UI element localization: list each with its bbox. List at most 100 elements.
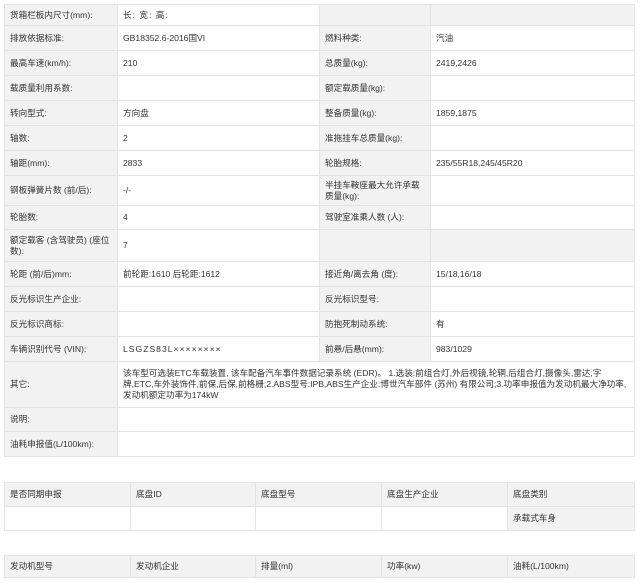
spec-value: 2419,2426 — [430, 50, 635, 76]
spec-row: 最高车速(km/h): 210 总质量(kg): 2419,2426 — [4, 50, 635, 76]
spec-value — [430, 286, 635, 312]
spec-value: 2 — [117, 125, 320, 151]
spec-label — [319, 229, 431, 262]
chassis-cell — [4, 506, 131, 531]
spec-row: 钢板弹簧片数 (前/后): -/- 半挂车鞍座最大允许承载质量(kg): — [4, 175, 635, 206]
spec-label: 反光标识生产企业: — [4, 286, 118, 312]
spec-value: 长: 宽: 高: — [117, 4, 320, 26]
other-value: 该车型可选装ETC车载装置, 该车配备汽车事件数据记录系统 (EDR)。 1.选… — [117, 361, 635, 408]
chassis-cell — [130, 506, 256, 531]
spec-label: 总质量(kg): — [319, 50, 431, 76]
chassis-cell: 承载式车身 — [507, 506, 635, 531]
spec-label: 轴距(mm): — [4, 150, 118, 176]
spec-row: 轮距 (前/后)mm: 前轮距:1610 后轮距:1612 接近角/离去角 (度… — [4, 261, 635, 287]
spec-value — [117, 286, 320, 312]
spec-label: 准拖挂车总质量(kg): — [319, 125, 431, 151]
spec-row: 反光标识商标: 防抱死制动系统: 有 — [4, 311, 635, 337]
spec-label: 额定载质量(kg): — [319, 75, 431, 101]
spec-label: 整备质量(kg): — [319, 100, 431, 126]
spec-value — [430, 75, 635, 101]
spec-row: 轮胎数: 4 驾驶室准乘人数 (人): — [4, 205, 635, 230]
engine-header: 发动机企业 — [130, 555, 256, 578]
spec-value — [117, 311, 320, 337]
spec-label — [319, 4, 431, 26]
spec-value — [430, 125, 635, 151]
spec-value — [430, 205, 635, 230]
spec-label: 反光标识型号: — [319, 286, 431, 312]
spec-value: 983/1029 — [430, 336, 635, 362]
spec-value: -/- — [117, 175, 320, 206]
spec-value: 15/18,16/18 — [430, 261, 635, 287]
chassis-header: 底盘生产企业 — [381, 482, 508, 507]
spec-value: 前轮距:1610 后轮距:1612 — [117, 261, 320, 287]
spec-label: 额定载客 (含驾驶员) (座位数): — [4, 229, 118, 262]
engine-header: 功率(kw) — [381, 555, 508, 578]
spec-row-note: 说明: — [4, 407, 635, 432]
spec-value: 汽油 — [430, 25, 635, 51]
note-label: 说明: — [4, 407, 118, 432]
spec-label: 反光标识商标: — [4, 311, 118, 337]
vehicle-spec-table: 货箱栏板内尺寸(mm): 长: 宽: 高: 排放依据标准: GB18352.6-… — [4, 4, 635, 457]
spec-label: 半挂车鞍座最大允许承载质量(kg): — [319, 175, 431, 206]
spec-value: 210 — [117, 50, 320, 76]
spec-label: 排放依据标准: — [4, 25, 118, 51]
spec-row: 额定载客 (含驾驶员) (座位数): 7 — [4, 229, 635, 262]
engine-header: 发动机型号 — [4, 555, 131, 578]
spec-label: 轮胎规格: — [319, 150, 431, 176]
spec-label: 车辆识别代号 (VIN): — [4, 336, 118, 362]
spec-value — [117, 75, 320, 101]
engine-header-row: 发动机型号 发动机企业 排量(ml) 功率(kw) 油耗(L/100km) — [4, 555, 635, 578]
spec-label: 货箱栏板内尺寸(mm): — [4, 4, 118, 26]
engine-header: 排量(ml) — [255, 555, 382, 578]
spec-row: 轴距(mm): 2833 轮胎规格: 235/55R18,245/45R20 — [4, 150, 635, 176]
spec-value: 4 — [117, 205, 320, 230]
chassis-cell — [255, 506, 382, 531]
note-value — [117, 407, 635, 432]
spec-value — [430, 229, 635, 262]
engine-header: 油耗(L/100km) — [507, 555, 635, 578]
spec-value: 方向盘 — [117, 100, 320, 126]
spec-row: 载质量利用系数: 额定载质量(kg): — [4, 75, 635, 101]
spec-label: 最高车速(km/h): — [4, 50, 118, 76]
chassis-header-row: 是否同期申报 底盘ID 底盘型号 底盘生产企业 底盘类别 — [4, 482, 635, 507]
spec-label: 接近角/离去角 (度): — [319, 261, 431, 287]
spec-label: 驾驶室准乘人数 (人): — [319, 205, 431, 230]
spec-label: 燃料种类: — [319, 25, 431, 51]
spec-value: 7 — [117, 229, 320, 262]
spec-label: 转向型式: — [4, 100, 118, 126]
chassis-header: 底盘型号 — [255, 482, 382, 507]
chassis-data-row: 承载式车身 — [4, 506, 635, 531]
spec-row-other: 其它: 该车型可选装ETC车载装置, 该车配备汽车事件数据记录系统 (EDR)。… — [4, 361, 635, 408]
spec-label: 钢板弹簧片数 (前/后): — [4, 175, 118, 206]
spec-row: 反光标识生产企业: 反光标识型号: — [4, 286, 635, 312]
spec-label: 防抱死制动系统: — [319, 311, 431, 337]
spec-label: 轮距 (前/后)mm: — [4, 261, 118, 287]
spec-row: 排放依据标准: GB18352.6-2016国VI 燃料种类: 汽油 — [4, 25, 635, 51]
spec-value: 有 — [430, 311, 635, 337]
fuel-label: 油耗申报值(L/100km): — [4, 431, 118, 457]
chassis-header: 是否同期申报 — [4, 482, 131, 507]
spec-row-fuel: 油耗申报值(L/100km): — [4, 431, 635, 457]
spec-value — [430, 175, 635, 206]
spec-row: 车辆识别代号 (VIN): LSGZS83L×××××××× 前悬/后悬(mm)… — [4, 336, 635, 362]
other-label: 其它: — [4, 361, 118, 408]
fuel-value — [117, 431, 635, 457]
spec-label: 轴数: — [4, 125, 118, 151]
spec-label: 载质量利用系数: — [4, 75, 118, 101]
spec-value: 2833 — [117, 150, 320, 176]
chassis-table: 是否同期申报 底盘ID 底盘型号 底盘生产企业 底盘类别 承载式车身 — [4, 482, 635, 531]
chassis-header: 底盘类别 — [507, 482, 635, 507]
spec-row: 货箱栏板内尺寸(mm): 长: 宽: 高: — [4, 4, 635, 26]
spec-row: 轴数: 2 准拖挂车总质量(kg): — [4, 125, 635, 151]
chassis-cell — [381, 506, 508, 531]
spec-row: 转向型式: 方向盘 整备质量(kg): 1859,1875 — [4, 100, 635, 126]
spec-label: 轮胎数: — [4, 205, 118, 230]
spec-value: 1859,1875 — [430, 100, 635, 126]
vin-value: LSGZS83L×××××××× — [117, 336, 320, 362]
spec-label: 前悬/后悬(mm): — [319, 336, 431, 362]
spec-value — [430, 4, 635, 26]
chassis-header: 底盘ID — [130, 482, 256, 507]
spec-value: GB18352.6-2016国VI — [117, 25, 320, 51]
spec-value: 235/55R18,245/45R20 — [430, 150, 635, 176]
engine-table: 发动机型号 发动机企业 排量(ml) 功率(kw) 油耗(L/100km) — [4, 555, 635, 578]
